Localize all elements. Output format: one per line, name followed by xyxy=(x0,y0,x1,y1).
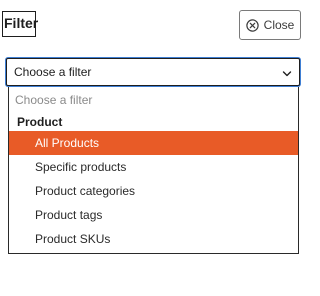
chevron-down-icon xyxy=(282,68,292,82)
close-button[interactable]: Close xyxy=(239,10,301,40)
option-all-products[interactable]: All Products xyxy=(9,131,298,155)
close-button-label: Close xyxy=(263,18,295,32)
option-specific-products[interactable]: Specific products xyxy=(9,155,298,179)
close-icon xyxy=(245,18,259,32)
dropdown-placeholder-option[interactable]: Choose a filter xyxy=(15,93,92,107)
filter-select-value: Choose a filter xyxy=(14,65,92,79)
option-product-tags[interactable]: Product tags xyxy=(9,203,298,227)
option-product-categories[interactable]: Product categories xyxy=(9,179,298,203)
option-group-product: Product xyxy=(17,115,63,129)
filter-dropdown-list: Choose a filter Product All Products Spe… xyxy=(8,87,299,254)
panel-title: Filter xyxy=(2,11,38,37)
option-product-skus[interactable]: Product SKUs xyxy=(9,227,298,251)
filter-select[interactable]: Choose a filter xyxy=(6,58,300,86)
